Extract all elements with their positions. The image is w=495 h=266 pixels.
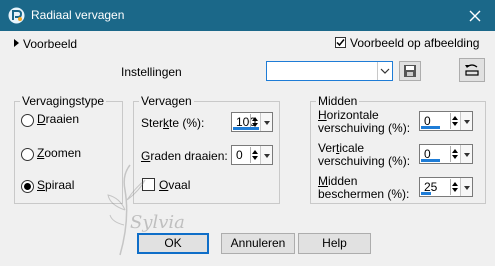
- slider-popup-icon[interactable]: [260, 113, 272, 131]
- app-logo-icon: [8, 7, 25, 24]
- radio-spiral-label: Spiraal: [37, 178, 75, 192]
- checkmark-icon: [336, 39, 345, 47]
- spin-arrows-icon[interactable]: [450, 146, 460, 162]
- slider-popup-icon[interactable]: [460, 112, 472, 130]
- window-title: Radiaal vervagen: [31, 8, 125, 22]
- preview-toggle[interactable]: Voorbeeld: [14, 37, 77, 51]
- rotate-value: 0: [236, 148, 243, 162]
- center-legend: Midden: [316, 94, 360, 108]
- horizontal-offset-spinner[interactable]: 0: [419, 111, 473, 131]
- help-button[interactable]: Help: [298, 233, 371, 254]
- vertical-offset-spinner[interactable]: 0: [419, 144, 473, 164]
- slider-popup-icon[interactable]: [260, 146, 272, 164]
- reset-icon: [465, 64, 479, 76]
- preview-on-image-checkbox[interactable]: [335, 37, 346, 48]
- expand-arrow-icon: [14, 39, 19, 47]
- slider-popup-icon[interactable]: [460, 178, 472, 196]
- radio-twirl[interactable]: [21, 114, 34, 127]
- preview-toggle-label: Voorbeeld: [23, 37, 78, 51]
- spin-arrows-icon[interactable]: [450, 179, 460, 195]
- protect-center-spinner[interactable]: 25: [419, 177, 473, 197]
- dropdown-chevron-icon: [377, 62, 392, 80]
- settings-select[interactable]: [266, 61, 393, 81]
- ok-button[interactable]: OK: [137, 233, 209, 254]
- strength-label: Sterkte (%):: [141, 116, 205, 130]
- reset-button[interactable]: [459, 58, 485, 82]
- vertical-offset-label: Verticale verschuiving (%):: [318, 141, 411, 168]
- cancel-button[interactable]: Annuleren: [221, 233, 295, 254]
- blur-legend: Vervagen: [139, 94, 194, 108]
- protect-center-bar: [421, 192, 431, 195]
- save-preset-button[interactable]: [399, 61, 421, 81]
- save-disk-icon: [404, 65, 416, 77]
- radio-twirl-label: Draaien: [37, 112, 80, 126]
- close-button[interactable]: [465, 6, 485, 26]
- blur-type-legend: Vervagingstype: [20, 94, 107, 108]
- strength-bar: [233, 127, 259, 130]
- slider-popup-icon[interactable]: [460, 145, 472, 163]
- horizontal-offset-label: Horizontale verschuiving (%):: [318, 108, 411, 135]
- watermark-text: Sylvia: [130, 212, 185, 233]
- preview-on-image-label: Voorbeeld op afbeelding: [350, 36, 480, 50]
- protect-center-label: Midden beschermen (%):: [318, 174, 410, 201]
- radio-zoom[interactable]: [21, 148, 34, 161]
- strength-spinner[interactable]: 100: [231, 112, 273, 132]
- horizontal-offset-bar: [421, 126, 440, 129]
- vertical-offset-bar: [421, 159, 440, 162]
- radio-zoom-label: Zoomen: [37, 146, 82, 160]
- close-icon: [469, 10, 481, 22]
- spin-arrows-icon[interactable]: [250, 147, 260, 163]
- spin-arrows-icon[interactable]: [450, 113, 460, 129]
- settings-label: Instellingen: [121, 65, 182, 79]
- rotate-spinner[interactable]: 0: [231, 145, 273, 165]
- radio-spiral[interactable]: [21, 180, 34, 193]
